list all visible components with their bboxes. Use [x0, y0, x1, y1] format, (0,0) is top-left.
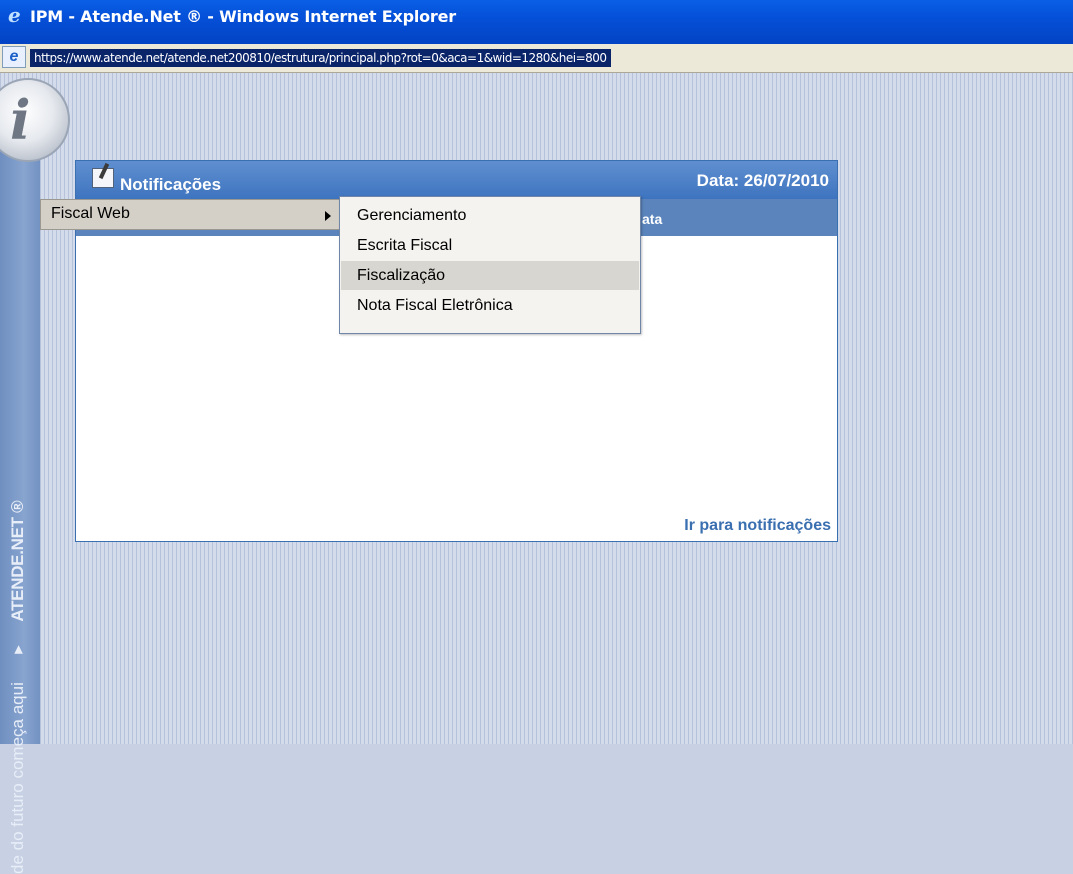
info-icon: i [10, 88, 31, 152]
ribbon-arrow-icon: ▸ [8, 645, 27, 654]
submenu-item-escrita-fiscal[interactable]: Escrita Fiscal [341, 231, 639, 260]
submenu-item-fiscalizacao[interactable]: Fiscalização [341, 261, 639, 290]
menu-item-label: Fiscal Web [51, 205, 130, 222]
panel-header: Notificações Data: 26/07/2010 [76, 161, 837, 199]
chevron-right-icon [325, 211, 331, 221]
ribbon-brand: ATENDE.NET ® [8, 500, 27, 622]
page-icon: e [2, 46, 26, 68]
column-header-date: ata [642, 211, 663, 227]
window-title-bar[interactable]: e IPM - Atende.Net ® - Windows Internet … [0, 0, 1073, 44]
panel-date: Data: 26/07/2010 [696, 171, 829, 190]
window-title: IPM - Atende.Net ® - Windows Internet Ex… [30, 7, 456, 26]
panel-title: Notificações [120, 175, 222, 194]
notepad-icon [92, 168, 114, 188]
submenu-item-gerenciamento[interactable]: Gerenciamento [341, 201, 639, 230]
side-ribbon: de do futuro começa aqui ▸ ATENDE.NET ® [0, 130, 40, 874]
ie-logo-icon: e [8, 3, 21, 27]
menu-item-fiscal-web[interactable]: Fiscal Web [40, 199, 342, 230]
submenu-item-nota-fiscal-eletronica[interactable]: Nota Fiscal Eletrônica [341, 291, 639, 320]
go-to-notifications-link[interactable]: Ir para notificações [684, 517, 831, 535]
ribbon-tagline: de do futuro começa aqui [8, 682, 27, 874]
address-input[interactable]: https://www.atende.net/atende.net200810/… [30, 49, 611, 67]
address-bar: e https://www.atende.net/atende.net20081… [0, 44, 1073, 73]
ribbon-text: de do futuro começa aqui ▸ ATENDE.NET ® [8, 334, 28, 874]
fiscal-web-submenu: Gerenciamento Escrita Fiscal Fiscalizaçã… [339, 196, 641, 334]
